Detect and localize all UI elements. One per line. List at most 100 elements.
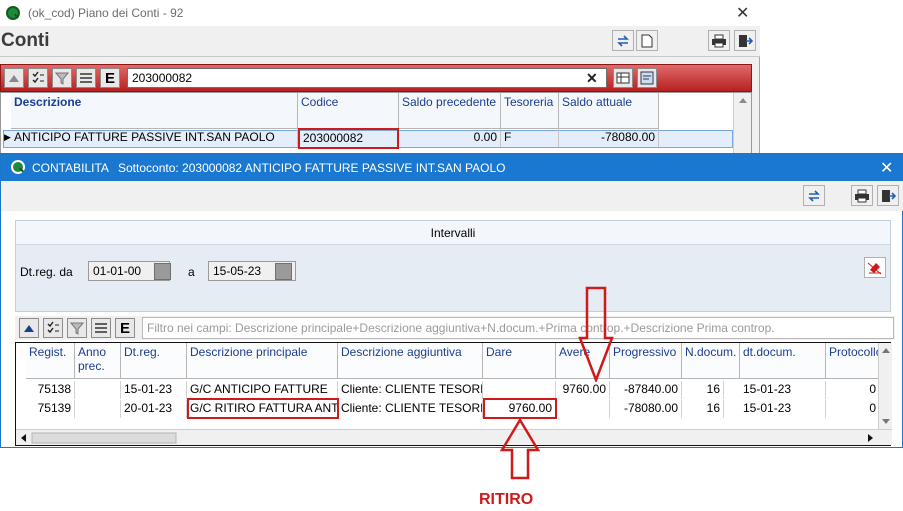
column-header[interactable]: Saldo precedente — [399, 93, 501, 129]
column-header[interactable]: Progressivo — [610, 343, 682, 379]
search-go-button[interactable] — [613, 68, 633, 88]
window-title: (ok_cod) Piano dei Conti - 92 — [28, 6, 184, 20]
checklist-button[interactable] — [28, 68, 48, 88]
export-button[interactable]: E — [100, 68, 120, 88]
settings-button[interactable] — [637, 68, 657, 88]
scroll-arrows-icon — [882, 348, 890, 424]
filter-button[interactable] — [67, 318, 87, 338]
checklist-button[interactable] — [43, 318, 63, 338]
column-header[interactable]: N.docum. — [682, 343, 740, 379]
print-button[interactable] — [851, 185, 873, 206]
column-header[interactable]: Dare — [483, 343, 556, 379]
exit-door-icon — [882, 189, 896, 202]
exit-button[interactable] — [734, 30, 756, 51]
column-header[interactable]: Descrizione aggiuntiva — [338, 343, 483, 379]
calendar-icon[interactable] — [275, 263, 292, 280]
down-arrow-annotation-icon — [578, 286, 614, 382]
cell-n-docum: 16 — [682, 381, 724, 399]
vertical-scrollbar[interactable] — [733, 93, 751, 155]
column-header[interactable]: Protocollo — [826, 343, 882, 379]
app-name: CONTABILITA — [32, 161, 109, 175]
movements-table: Regist. Anno prec. Dt.reg. Descrizione p… — [15, 342, 892, 446]
column-header[interactable]: Anno prec. — [75, 343, 121, 379]
search-input[interactable]: 203000082 — [127, 68, 607, 88]
cell-progressivo: -78080.00 — [610, 400, 682, 418]
column-header[interactable]: Regist. — [26, 343, 75, 379]
calendar-icon[interactable] — [154, 263, 171, 280]
cell-protocollo: 0 — [826, 400, 880, 418]
cell-codice: 203000082 — [298, 128, 399, 149]
cell-dt-docum: 15-01-23 — [740, 400, 826, 418]
exit-door-icon — [739, 34, 753, 47]
triangle-up-icon — [9, 75, 19, 82]
funnel-icon — [70, 322, 84, 335]
document-icon — [641, 34, 653, 47]
cell-descr-aggiuntiva: Cliente: CLIENTE TESORI — [338, 400, 483, 418]
cell-dt-docum: 15-01-23 — [740, 381, 826, 399]
exit-button[interactable] — [877, 185, 899, 206]
list-view-button[interactable] — [91, 318, 111, 338]
date-from-label: Dt.reg. da — [20, 265, 73, 279]
list-icon — [95, 323, 107, 333]
refresh-button[interactable] — [803, 185, 825, 206]
printer-icon — [855, 189, 869, 202]
swap-arrows-icon — [617, 34, 629, 47]
app-logo-icon — [11, 160, 25, 174]
column-header[interactable]: Descrizione — [11, 93, 298, 129]
cell-avere: 9760.00 — [556, 381, 610, 399]
up-arrow-annotation-icon — [500, 418, 540, 480]
cell-protocollo: 0 — [826, 381, 880, 399]
title-bar: (ok_cod) Piano dei Conti - 92 ✕ — [0, 0, 760, 26]
cell-tesoreria: F — [501, 129, 559, 147]
column-header[interactable]: Tesoreria — [501, 93, 559, 129]
cell-dt-reg: 15-01-23 — [121, 381, 187, 399]
export-button[interactable]: E — [115, 318, 135, 338]
clear-search-icon[interactable]: ✕ — [586, 70, 598, 87]
highlight-description — [187, 398, 339, 419]
cell-n-docum: 16 — [682, 400, 724, 418]
filter-button[interactable] — [52, 68, 72, 88]
cell-progressivo: -87840.00 — [610, 381, 682, 399]
printer-icon — [712, 34, 726, 47]
vertical-scrollbar[interactable] — [878, 343, 892, 429]
list-view-button[interactable] — [76, 68, 96, 88]
column-header[interactable]: Descrizione principale — [187, 343, 338, 379]
title-bar: CONTABILITA Sottoconto: 203000082 ANTICI… — [1, 154, 903, 181]
column-header[interactable]: dt.docum. — [740, 343, 826, 379]
cell-anno-prec — [75, 400, 121, 418]
close-icon[interactable]: ✕ — [880, 158, 893, 178]
scroll-arrows-icon — [21, 432, 873, 444]
filter-toolbar: E Filtro nei campi: Descrizione principa… — [15, 316, 895, 340]
column-header[interactable]: Dt.reg. — [121, 343, 187, 379]
horizontal-scrollbar[interactable] — [16, 429, 892, 445]
new-document-button[interactable] — [636, 30, 658, 51]
cell-saldo-attuale: -78080.00 — [559, 129, 659, 147]
table-search-icon — [616, 72, 630, 84]
row-pointer-icon: ▶ — [4, 132, 11, 142]
print-button[interactable] — [708, 30, 730, 51]
contabilita-window: CONTABILITA Sottoconto: 203000082 ANTICI… — [0, 153, 903, 448]
triangle-up-icon — [24, 325, 34, 332]
scroll-up-button[interactable] — [4, 68, 24, 88]
scroll-up-button[interactable] — [19, 318, 39, 338]
cell-descr-aggiuntiva: Cliente: CLIENTE TESORI — [338, 381, 483, 399]
cell-dt-reg: 20-01-23 — [121, 400, 187, 418]
column-header[interactable]: Codice — [298, 93, 399, 129]
close-icon[interactable]: ✕ — [736, 3, 749, 23]
swap-arrows-icon — [808, 189, 820, 202]
header-bar: Conti — [0, 26, 760, 57]
date-to-label: a — [188, 265, 195, 279]
cell-saldo-precedente: 0.00 — [399, 129, 501, 147]
window-subtitle: Sottoconto: 203000082 ANTICIPO FATTURE P… — [118, 161, 506, 175]
cell-dare — [483, 381, 556, 399]
highlight-dare — [483, 398, 557, 419]
checklist-icon — [32, 71, 44, 84]
column-header[interactable]: Saldo attuale — [559, 93, 659, 129]
toolbar — [1, 181, 903, 211]
clear-dates-button[interactable] — [864, 257, 886, 278]
filter-input[interactable]: Filtro nei campi: Descrizione principale… — [142, 317, 894, 339]
refresh-button[interactable] — [612, 30, 634, 51]
e-export-icon: E — [104, 69, 115, 87]
cell-descr-principale: G/C ANTICIPO FATTURE — [187, 381, 338, 399]
search-toolbar: E 203000082 ✕ — [0, 64, 752, 92]
